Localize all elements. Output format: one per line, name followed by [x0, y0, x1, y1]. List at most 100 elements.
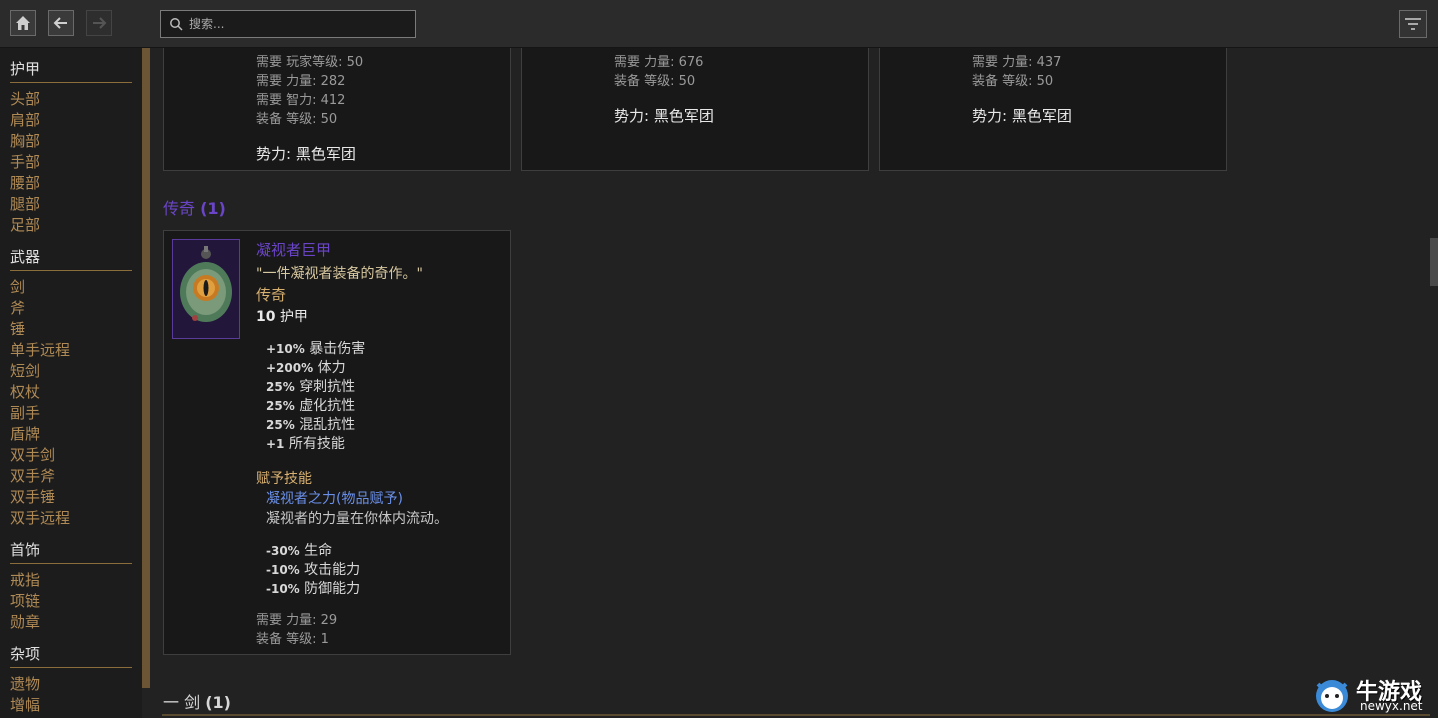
sidebar-item[interactable]: 短剑 [10, 361, 142, 382]
sidebar-item[interactable]: 项链 [10, 591, 142, 612]
sidebar-item[interactable]: 权杖 [10, 382, 142, 403]
stat-value: -10% [266, 582, 300, 596]
search-input[interactable] [183, 16, 401, 32]
legendary-item-card[interactable]: 凝视者巨甲 "一件凝视者装备的奇作。" 传奇 10 护甲 +10% 暴击伤害 +2… [163, 230, 511, 655]
faction-label: 势力: 黑色军团 [972, 107, 1072, 125]
section-title-sword[interactable]: 一 剑 (1) [163, 689, 231, 713]
skill-description: 凝视者的力量在你体内流动。 [266, 511, 448, 527]
sidebar-item[interactable]: 单手远程 [10, 340, 142, 361]
logo-mascot-icon [1316, 680, 1348, 712]
back-button[interactable] [48, 10, 74, 36]
top-bar [0, 0, 1438, 48]
sidebar-item-list: 戒指 项链 勋章 [10, 570, 142, 633]
search-icon [170, 18, 183, 31]
sidebar-item[interactable]: 勋章 [10, 612, 142, 633]
sidebar-item[interactable]: 戒指 [10, 570, 142, 591]
sidebar-item-list: 剑斧锤单手远程 短剑 权杖 副手 盾牌 双手剑 双手斧 双手锤 双手远程 [10, 277, 142, 529]
sidebar-item[interactable]: 剑 [10, 277, 142, 298]
stat-value: 25% [266, 380, 295, 394]
faction-label: 势力: 黑色军团 [614, 107, 714, 125]
requirement-line: 需要 智力: 412 [256, 93, 346, 108]
sidebar-item[interactable]: 腰部 [10, 173, 142, 194]
category-sidebar: 护甲 头部 肩部 胸部 手部 腰部 腿部 足部 武器剑斧锤单手远程 短剑 权杖 副手 盾牌 双手剑 双手斧双… [0, 48, 142, 718]
sidebar-item[interactable]: 增幅 [10, 695, 142, 716]
stat-line: 25% 混乱抗性 [266, 416, 448, 435]
granted-skill-link[interactable]: 凝视者之力(物品赋予) [266, 488, 448, 508]
search-box[interactable] [160, 10, 416, 38]
home-icon [16, 16, 30, 30]
item-card[interactable]: 需要 力量: 437 装备 等级: 50 势力: 黑色军团 [879, 48, 1227, 171]
sidebar-item[interactable]: 肩部 [10, 110, 142, 131]
sidebar-category-title[interactable]: 首饰 [10, 539, 132, 564]
section-divider [162, 714, 1430, 716]
skill-stat-list: -30% 生命 -10% 攻击能力 -10% 防御能力 [266, 542, 448, 599]
stat-line: 25% 虚化抗性 [266, 397, 448, 416]
sidebar-item[interactable]: 双手远程 [10, 508, 142, 529]
stat-label: 防御能力 [304, 581, 361, 597]
sidebar-category-title[interactable]: 护甲 [10, 58, 132, 83]
requirement-line: 需要 力量: 29 [256, 613, 338, 628]
stat-value: -10% [266, 563, 300, 577]
sidebar-item-list: 遗物 增幅 [10, 674, 142, 716]
stat-label: 所有技能 [288, 436, 345, 452]
sidebar-item[interactable]: 遗物 [10, 674, 142, 695]
requirement-line: 装备 等级: 50 [972, 74, 1054, 89]
home-button[interactable] [10, 10, 36, 36]
sidebar-item[interactable]: 足部 [10, 215, 142, 236]
item-name: 凝视者巨甲 [256, 241, 332, 259]
filter-button[interactable] [1399, 10, 1427, 38]
forward-button[interactable] [86, 10, 112, 36]
faction-label: 势力: 黑色军团 [256, 145, 356, 163]
requirement-line: 装备 等级: 1 [256, 632, 329, 647]
item-list: 需要 玩家等级: 50 需要 力量: 282 需要 智力: 412 装备 等级:… [150, 48, 1428, 718]
sidebar-item[interactable]: 头部 [10, 89, 142, 110]
stat-list: +10% 暴击伤害 +200% 体力 25% 穿刺抗性 25% 虚化抗性 25% 混乱抗… [256, 340, 448, 454]
sidebar-category-title[interactable]: 杂项 [10, 643, 132, 668]
sidebar-item[interactable]: 双手锤 [10, 487, 142, 508]
stat-line: +200% 体力 [266, 359, 448, 378]
sidebar-scrollbar[interactable] [142, 48, 150, 688]
stat-line: +10% 暴击伤害 [266, 340, 448, 359]
filter-icon [1405, 18, 1421, 30]
logo-url: newyx.net [1360, 699, 1423, 713]
sidebar-item[interactable]: 副手 [10, 403, 142, 424]
sidebar-item[interactable]: 手部 [10, 152, 142, 173]
section-count: (1) [200, 199, 226, 218]
rarity-label: 传奇 [256, 286, 287, 304]
sidebar-category: 武器剑斧锤单手远程 短剑 权杖 副手 盾牌 双手剑 双手斧 双手锤 双手远程 [0, 246, 142, 529]
sidebar-category: 杂项 遗物 增幅 [0, 643, 142, 716]
section-count: (1) [205, 693, 231, 712]
sidebar-item[interactable]: 盾牌 [10, 424, 142, 445]
sidebar-item[interactable]: 腿部 [10, 194, 142, 215]
sidebar-item[interactable]: 双手斧 [10, 466, 142, 487]
stat-line: -10% 防御能力 [266, 580, 448, 599]
stat-line: -30% 生命 [266, 542, 448, 561]
sidebar-item[interactable]: 双手剑 [10, 445, 142, 466]
item-card[interactable]: 需要 玩家等级: 50 需要 力量: 282 需要 智力: 412 装备 等级:… [163, 48, 511, 171]
requirement-line: 需要 力量: 437 [972, 55, 1062, 70]
stat-line: -10% 攻击能力 [266, 561, 448, 580]
arrow-left-icon [53, 17, 67, 29]
stat-value: +1 [266, 437, 285, 451]
stat-label: 暴击伤害 [309, 341, 366, 357]
sidebar-item[interactable]: 胸部 [10, 131, 142, 152]
sidebar-category-title[interactable]: 武器 [10, 246, 132, 271]
stat-value: 25% [266, 399, 295, 413]
requirement-line: 装备 等级: 50 [614, 74, 696, 89]
section-title-legendary[interactable]: 传奇 (1) [163, 195, 226, 219]
stat-label: 穿刺抗性 [299, 379, 356, 395]
content-scrollbar[interactable] [1430, 238, 1438, 286]
skill-header: 赋予技能 [256, 471, 312, 487]
requirement-line: 装备 等级: 50 [256, 112, 338, 127]
stat-value: 25% [266, 418, 295, 432]
sidebar-item[interactable]: 锤 [10, 319, 142, 340]
requirement-line: 需要 力量: 676 [614, 55, 704, 70]
requirement-line: 需要 力量: 282 [256, 74, 346, 89]
stat-label: 混乱抗性 [299, 417, 356, 433]
armor-line: 10 护甲 [256, 306, 448, 326]
sidebar-item[interactable]: 斧 [10, 298, 142, 319]
armor-value: 10 [256, 309, 276, 325]
item-card[interactable]: 需要 力量: 676 装备 等级: 50 势力: 黑色军团 [521, 48, 869, 171]
sidebar-item-list: 头部 肩部 胸部 手部 腰部 腿部 足部 [10, 89, 142, 236]
stat-label: 攻击能力 [304, 562, 361, 578]
